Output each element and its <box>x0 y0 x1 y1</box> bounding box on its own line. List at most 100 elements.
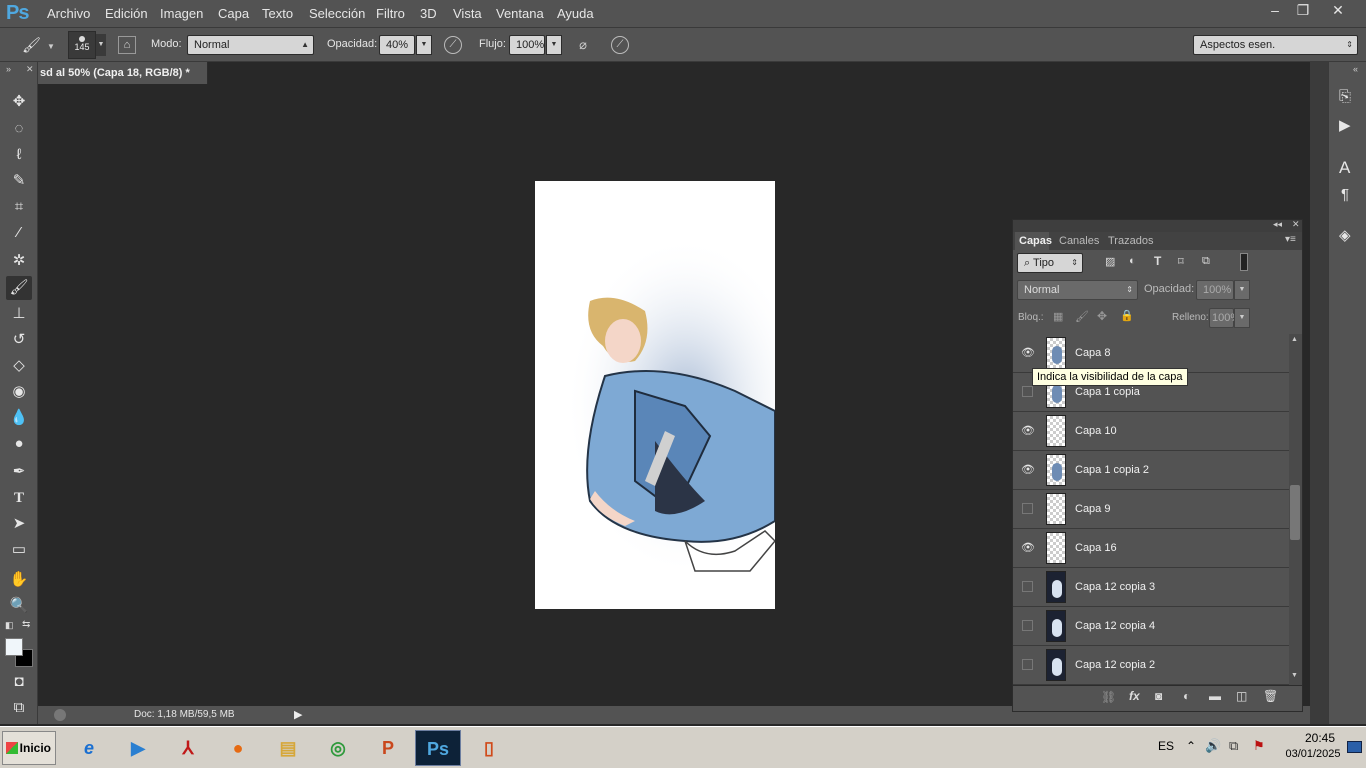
menu-ventana[interactable]: Ventana <box>496 6 544 21</box>
layer-row[interactable]: 👁 Capa 10 <box>1013 412 1289 451</box>
filter-adjustment-icon[interactable]: ◐ <box>1129 255 1136 267</box>
new-layer-icon[interactable]: ◫ <box>1236 689 1247 703</box>
start-button[interactable]: Inicio <box>2 731 56 765</box>
layer-name[interactable]: Capa 1 copia <box>1075 386 1140 398</box>
layer-row[interactable]: 👁 Capa 1 copia 2 <box>1013 451 1289 490</box>
airbrush-icon[interactable]: ⌀ <box>574 36 592 54</box>
chrome-icon[interactable]: ◎ <box>315 730 361 766</box>
character-icon[interactable]: A <box>1339 158 1350 178</box>
clone-stamp-tool-icon[interactable]: ⊥ <box>6 302 32 326</box>
tab-capas[interactable]: Capas <box>1015 232 1052 250</box>
close-panel-icon[interactable]: ✕ <box>26 64 34 75</box>
collapse-panel-icon[interactable]: ◂◂ <box>1273 219 1282 230</box>
layer-name[interactable]: Capa 1 copia 2 <box>1075 464 1149 476</box>
zoom-tool-icon[interactable]: 🔍 <box>6 594 32 618</box>
mode-select[interactable]: Normal ▲ <box>187 35 314 55</box>
eyedropper-tool-icon[interactable]: ⁄ <box>6 221 32 245</box>
link-layers-icon[interactable]: ⛓ <box>1101 690 1116 704</box>
internet-explorer-icon[interactable]: e <box>66 730 112 766</box>
scroll-thumb[interactable] <box>1290 485 1300 540</box>
scroll-down-icon[interactable]: ▼ <box>1291 672 1298 679</box>
fill-dropdown-icon[interactable]: ▼ <box>1234 308 1250 328</box>
flow-dropdown-icon[interactable]: ▼ <box>546 35 562 55</box>
layer-row[interactable]: Capa 12 copia 3 <box>1013 568 1289 607</box>
eye-icon[interactable]: 👁 <box>1021 424 1035 438</box>
firefox-icon[interactable]: ● <box>215 730 261 766</box>
acrobat-icon[interactable]: ⅄ <box>165 730 211 766</box>
doc-info-icon[interactable] <box>54 709 66 721</box>
lock-all-icon[interactable]: 🔒 <box>1120 309 1134 322</box>
pen-tool-icon[interactable]: ✒ <box>6 460 32 484</box>
menu-capa[interactable]: Capa <box>218 6 249 21</box>
type-tool-icon[interactable]: T <box>6 486 32 510</box>
layer-name[interactable]: Capa 10 <box>1075 425 1117 437</box>
eye-icon[interactable]: 👁 <box>1021 463 1035 477</box>
brush-preset-dropdown-icon[interactable]: ▼ <box>96 34 106 56</box>
filter-type-icon[interactable]: T <box>1154 254 1161 268</box>
pressure-size-icon[interactable]: ⟋ <box>611 36 629 54</box>
rectangle-tool-icon[interactable]: ▭ <box>6 538 32 562</box>
menu-ayuda[interactable]: Ayuda <box>557 6 594 21</box>
scroll-up-icon[interactable]: ▲ <box>1291 336 1298 343</box>
menu-edicion[interactable]: Edición <box>105 6 148 21</box>
expand-panel-icon[interactable]: « <box>1353 64 1358 74</box>
tray-expand-icon[interactable]: ⌃ <box>1186 739 1196 753</box>
delete-layer-icon[interactable]: 🗑 <box>1263 689 1278 703</box>
move-tool-icon[interactable]: ✥ <box>6 90 32 114</box>
swap-colors-icon[interactable]: ⇆ <box>22 619 30 630</box>
layer-opacity-input[interactable]: 100% <box>1196 280 1234 300</box>
foreground-color-swatch[interactable] <box>5 638 23 656</box>
dodge-tool-icon[interactable]: ● <box>6 432 32 456</box>
show-desktop-icon[interactable] <box>1347 741 1362 753</box>
pressure-opacity-icon[interactable]: ⟋ <box>444 36 462 54</box>
clock-time[interactable]: 20:45 <box>1296 731 1344 745</box>
panel-menu-icon[interactable]: ▾≡ <box>1285 234 1296 245</box>
healing-brush-tool-icon[interactable]: ✲ <box>6 249 32 273</box>
menu-texto[interactable]: Texto <box>262 6 293 21</box>
filter-shape-icon[interactable]: ⌑ <box>1178 255 1184 268</box>
filter-pixel-icon[interactable]: ▨ <box>1105 255 1115 268</box>
layer-name[interactable]: Capa 8 <box>1075 347 1110 359</box>
lasso-tool-icon[interactable]: ℓ <box>6 143 32 167</box>
layer-name[interactable]: Capa 12 copia 3 <box>1075 581 1155 593</box>
opacity-dropdown-icon[interactable]: ▼ <box>1234 280 1250 300</box>
canvas-artwork[interactable] <box>535 181 775 609</box>
layer-name[interactable]: Capa 12 copia 4 <box>1075 620 1155 632</box>
eye-icon[interactable]: 👁 <box>1021 541 1035 555</box>
brush-panel-icon[interactable]: ⌂ <box>118 36 136 54</box>
restore-button[interactable]: ❐ <box>1289 0 1317 20</box>
visibility-toggle[interactable] <box>1022 386 1033 397</box>
blur-tool-icon[interactable]: 💧 <box>6 406 32 430</box>
document-tab[interactable]: sd al 50% (Capa 18, RGB/8) * ✕ <box>38 62 208 101</box>
layer-row[interactable]: 👁 Capa 16 <box>1013 529 1289 568</box>
filter-toggle[interactable] <box>1240 253 1248 271</box>
collapse-panel-icon[interactable]: » <box>6 64 11 74</box>
menu-seleccion[interactable]: Selección <box>309 6 365 21</box>
lock-transparent-icon[interactable]: ▦ <box>1053 310 1063 323</box>
photoshop-taskbar-icon[interactable]: Ps <box>415 730 461 766</box>
fill-input[interactable]: 100% <box>1209 308 1240 328</box>
layer-name[interactable]: Capa 16 <box>1075 542 1117 554</box>
layer-name[interactable]: Capa 9 <box>1075 503 1110 515</box>
play-arrow-icon[interactable]: ▶ <box>294 708 302 721</box>
close-panel-icon[interactable]: ✕ <box>1292 219 1300 230</box>
eye-icon[interactable]: 👁 <box>1021 346 1035 360</box>
powerpoint-icon[interactable]: P <box>365 730 411 766</box>
quick-selection-tool-icon[interactable]: ✎ <box>6 169 32 193</box>
fx-icon[interactable]: fx <box>1129 689 1140 703</box>
layer-row[interactable]: Capa 12 copia 4 <box>1013 607 1289 646</box>
hand-tool-icon[interactable]: ✋ <box>6 568 32 592</box>
quick-mask-icon[interactable]: ◘ <box>6 670 32 694</box>
layer-scrollbar[interactable]: ▲ ▼ <box>1289 334 1302 685</box>
default-colors-icon[interactable]: ◧ <box>5 620 14 631</box>
new-group-icon[interactable]: ▬ <box>1209 689 1221 703</box>
workspace-select[interactable]: Aspectos esen. ⇕ <box>1193 35 1358 55</box>
tab-trazados[interactable]: Trazados <box>1108 232 1153 250</box>
action-center-icon[interactable]: ⚑ <box>1253 738 1265 754</box>
chevron-down-icon[interactable]: ▼ <box>47 42 55 51</box>
visibility-toggle[interactable] <box>1022 581 1033 592</box>
minimize-button[interactable]: – <box>1261 0 1289 20</box>
visibility-toggle[interactable] <box>1022 503 1033 514</box>
paint-bucket-tool-icon[interactable]: ◉ <box>6 380 32 404</box>
actions-icon[interactable]: ▶ <box>1339 116 1351 134</box>
